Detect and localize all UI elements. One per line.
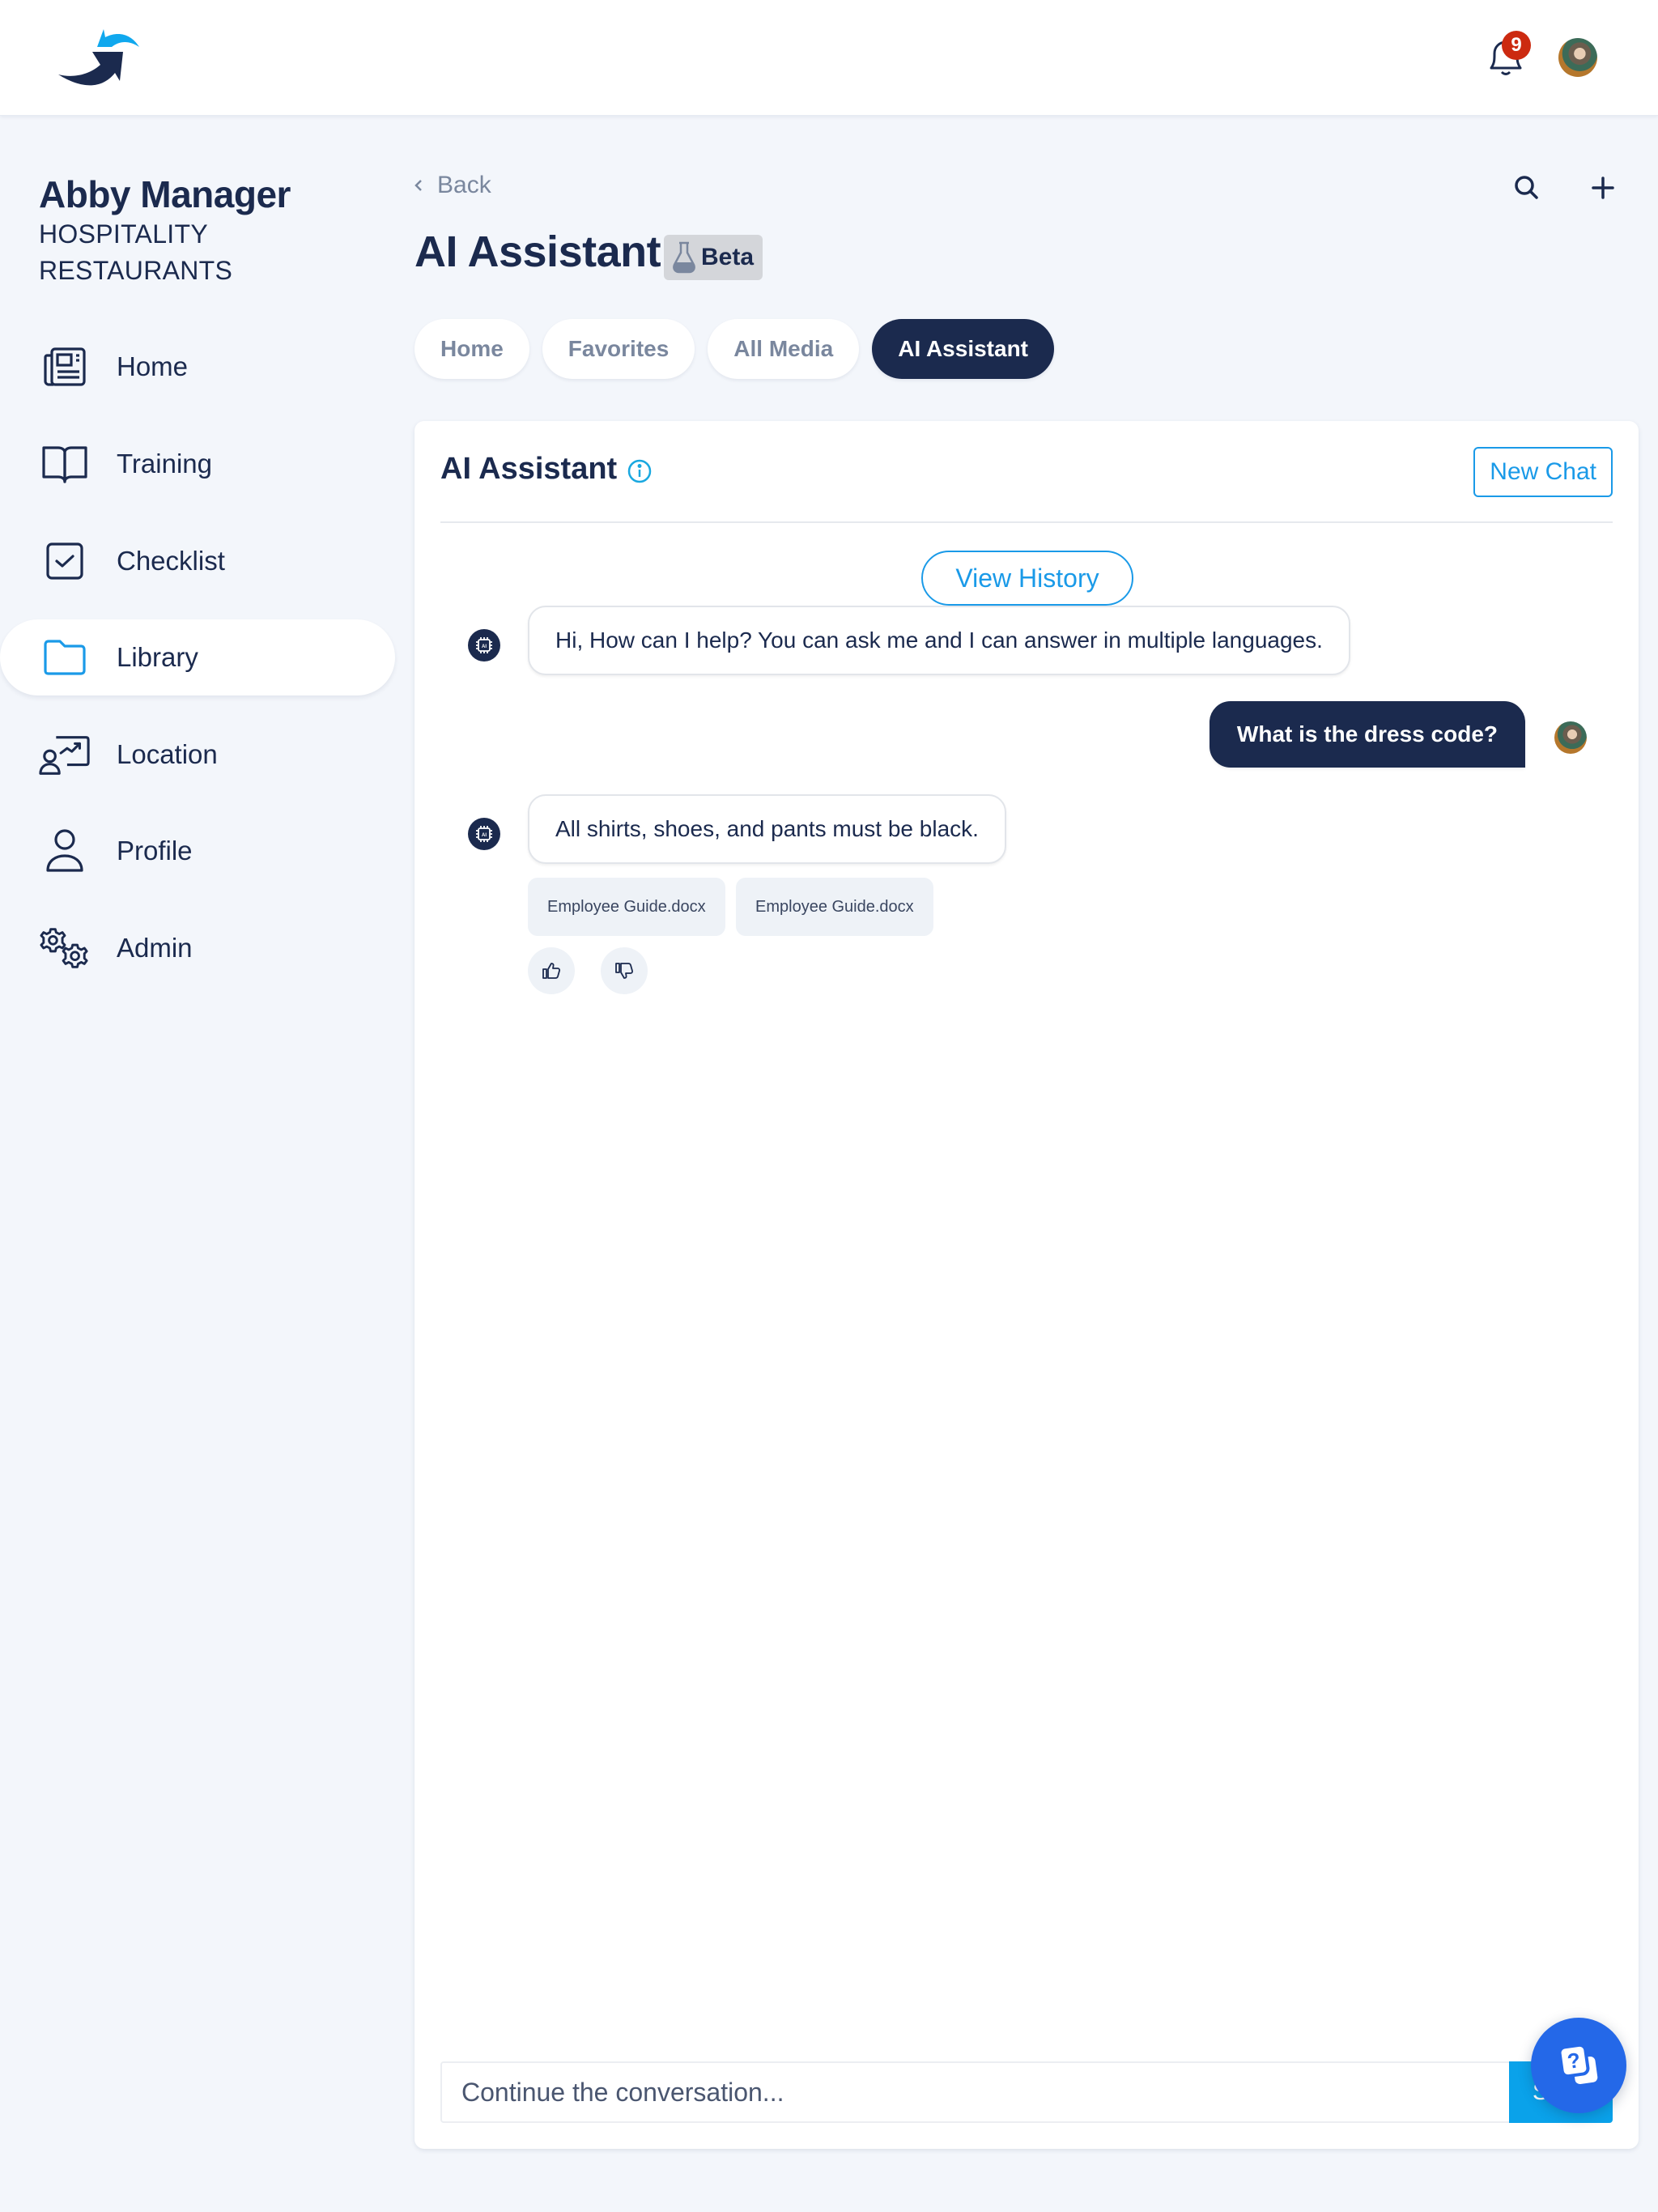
- message-composer: Send: [440, 2061, 1613, 2123]
- tab-home[interactable]: Home: [414, 319, 529, 379]
- ai-assistant-card: AI Assistant New Chat View History AI Hi…: [414, 421, 1639, 2149]
- view-history-button[interactable]: View History: [921, 551, 1133, 606]
- help-question-icon: ?: [1558, 2043, 1598, 2085]
- book-icon: [39, 438, 91, 490]
- tab-ai-assistant[interactable]: AI Assistant: [872, 319, 1054, 379]
- ai-bot-avatar: AI: [468, 818, 500, 850]
- ai-chip-icon: AI: [476, 826, 492, 842]
- sidebar-item-location[interactable]: Location: [0, 717, 395, 793]
- ai-chip-icon: AI: [476, 637, 492, 653]
- tab-favorites[interactable]: Favorites: [542, 319, 695, 379]
- help-chat-button[interactable]: ?: [1531, 2018, 1626, 2113]
- org-name-line2: RESTAURANTS: [39, 256, 233, 285]
- sidebar-item-admin[interactable]: Admin: [0, 910, 395, 986]
- thumbs-down-icon: [615, 963, 634, 979]
- person-icon: [39, 825, 91, 877]
- user-message-avatar: [1554, 721, 1587, 754]
- beta-label: Beta: [701, 244, 755, 270]
- sidebar-item-label: Library: [117, 642, 198, 672]
- tab-bar: Home Favorites All Media AI Assistant: [414, 319, 1054, 379]
- location-presenter-icon: [39, 729, 91, 781]
- user-name: Abby Manager: [39, 173, 291, 215]
- source-document-chip[interactable]: Employee Guide.docx: [736, 878, 933, 936]
- sidebar-item-label: Profile: [117, 836, 193, 866]
- plus-icon[interactable]: [1587, 172, 1619, 204]
- org-name-line1: HOSPITALITY: [39, 219, 208, 249]
- thumbs-up-icon: [542, 963, 561, 979]
- svg-text:AI: AI: [482, 833, 487, 838]
- source-document-chip[interactable]: Employee Guide.docx: [528, 878, 725, 936]
- card-title: AI Assistant: [440, 452, 618, 486]
- search-icon[interactable]: [1511, 172, 1543, 204]
- folder-icon: [39, 632, 91, 683]
- sidebar-item-label: Location: [117, 739, 218, 769]
- sidebar-item-profile[interactable]: Profile: [0, 813, 395, 889]
- tab-all-media[interactable]: All Media: [708, 319, 860, 379]
- newspaper-icon: [39, 341, 91, 393]
- svg-text:AI: AI: [482, 644, 487, 649]
- ai-bot-avatar: AI: [468, 629, 500, 661]
- sidebar-item-label: Admin: [117, 933, 193, 963]
- thumbs-up-button[interactable]: [528, 947, 575, 994]
- gears-icon: [39, 922, 91, 974]
- assistant-message: All shirts, shoes, and pants must be bla…: [528, 794, 1006, 864]
- sidebar: Abby Manager HOSPITALITY RESTAURANTS Hom…: [0, 116, 405, 2212]
- beta-badge: Beta: [664, 235, 763, 280]
- back-link[interactable]: Back: [413, 172, 491, 199]
- user-message: What is the dress code?: [1209, 701, 1525, 768]
- message-input[interactable]: [442, 2063, 1509, 2121]
- sidebar-item-label: Home: [117, 351, 189, 381]
- sidebar-item-label: Training: [117, 449, 212, 479]
- brand-logo[interactable]: [55, 23, 144, 96]
- top-bar: 9: [0, 0, 1658, 116]
- assistant-message: Hi, How can I help? You can ask me and I…: [528, 606, 1350, 675]
- notification-badge: 9: [1502, 31, 1531, 60]
- sidebar-item-checklist[interactable]: Checklist: [0, 523, 395, 599]
- thumbs-down-button[interactable]: [601, 947, 648, 994]
- page-title: AI Assistant: [414, 228, 661, 276]
- new-chat-button[interactable]: New Chat: [1473, 447, 1613, 497]
- divider: [440, 521, 1613, 523]
- chevron-left-icon: [414, 180, 422, 191]
- flask-icon: [673, 241, 695, 274]
- sidebar-item-label: Checklist: [117, 546, 225, 576]
- user-avatar[interactable]: [1558, 38, 1597, 77]
- info-icon[interactable]: [627, 458, 653, 484]
- sidebar-item-home[interactable]: Home: [0, 329, 395, 405]
- back-label: Back: [437, 172, 491, 198]
- sidebar-item-library[interactable]: Library: [0, 619, 395, 696]
- sidebar-item-training[interactable]: Training: [0, 426, 395, 502]
- checkbox-icon: [39, 535, 91, 587]
